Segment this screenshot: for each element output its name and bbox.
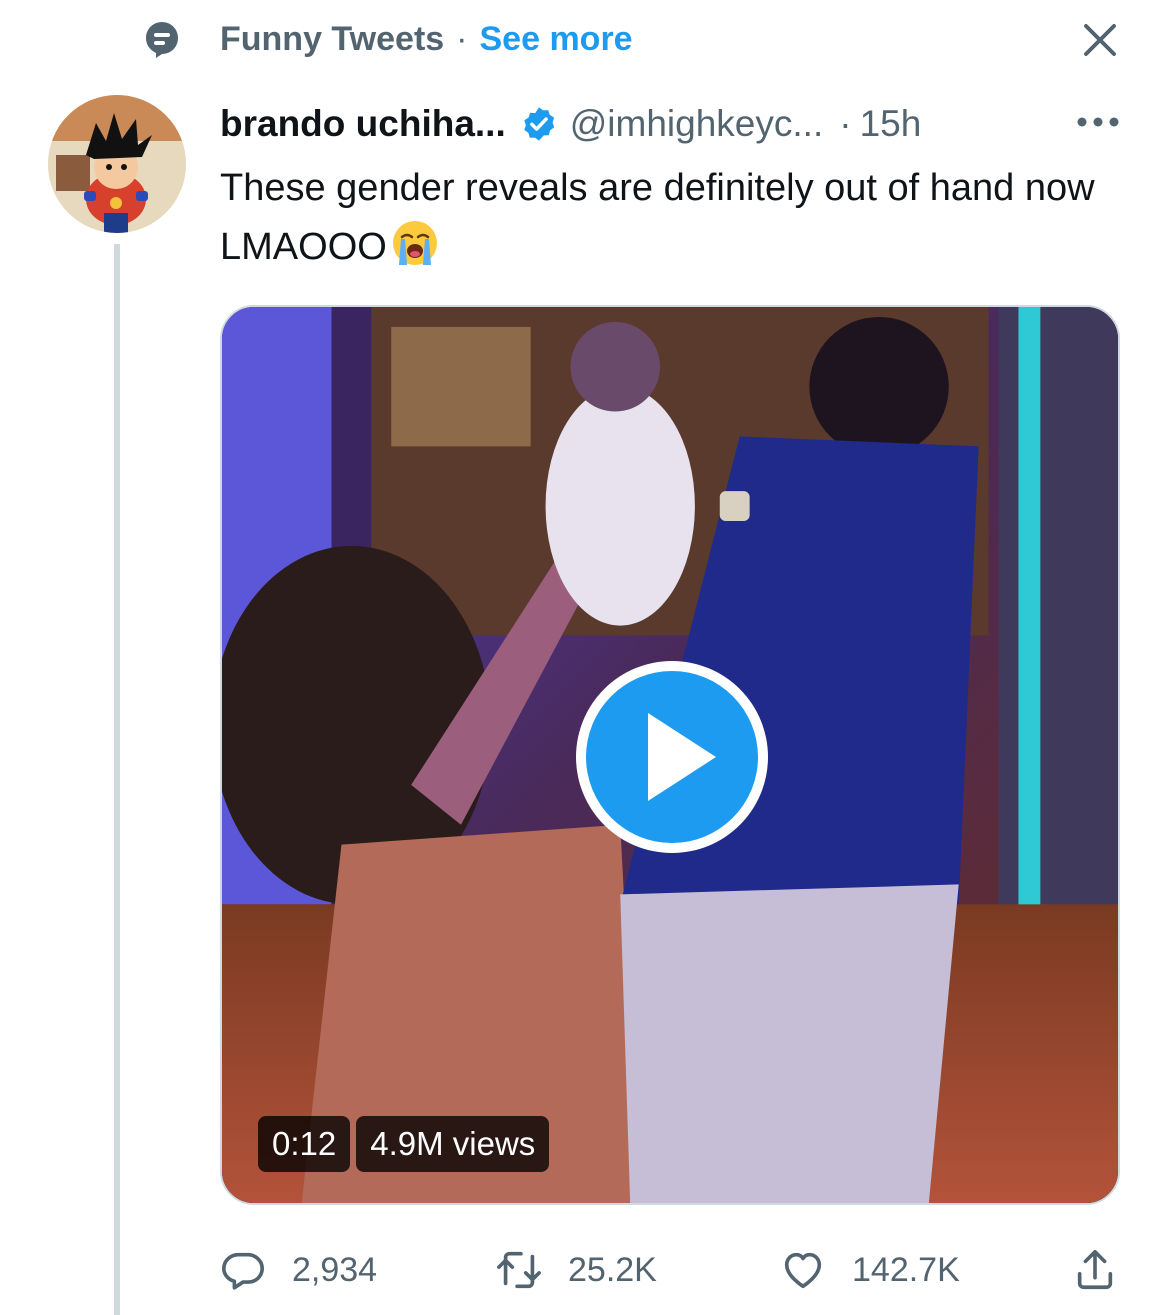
- video-badges: 0:12 4.9M views: [258, 1116, 550, 1172]
- video-player[interactable]: 0:12 4.9M views: [220, 305, 1120, 1205]
- tweet-time[interactable]: 15h: [860, 103, 922, 145]
- tweet-header: brando uchiha... @imhighkeyc... · 15h: [220, 98, 1120, 150]
- topic-label[interactable]: Funny Tweets: [220, 20, 444, 59]
- close-icon[interactable]: [1080, 20, 1120, 60]
- avatar[interactable]: [48, 95, 186, 233]
- author-handle[interactable]: @imhighkeyc...: [570, 103, 823, 145]
- see-more-link[interactable]: See more: [480, 20, 633, 59]
- author-name[interactable]: brando uchiha...: [220, 103, 506, 145]
- video-views: 4.9M views: [356, 1116, 550, 1172]
- loudly-crying-face-icon: [392, 221, 437, 265]
- tweet-text: These gender reveals are definitely out …: [220, 167, 1095, 268]
- topic-icon: [146, 22, 178, 58]
- header-separator: ·: [839, 103, 852, 144]
- heart-icon: [784, 1252, 822, 1289]
- share-icon: [1077, 1249, 1113, 1290]
- reply-count: 2,934: [292, 1250, 378, 1289]
- like-button[interactable]: 142.7K: [780, 1240, 960, 1300]
- retweet-icon: [497, 1251, 541, 1289]
- video-duration: 0:12: [258, 1116, 351, 1172]
- play-button-icon[interactable]: [572, 657, 772, 857]
- share-button[interactable]: [1072, 1240, 1118, 1300]
- tweet-body: These gender reveals are definitely out …: [220, 160, 1120, 276]
- like-count: 142.7K: [852, 1250, 960, 1289]
- retweet-count: 25.2K: [568, 1250, 657, 1289]
- retweet-button[interactable]: 25.2K: [496, 1240, 657, 1300]
- thread-line: [114, 244, 120, 1315]
- context-separator: ·: [456, 19, 468, 58]
- tweet-actions: 2,934 25.2K 142.7K: [220, 1240, 1120, 1300]
- reply-button[interactable]: 2,934: [220, 1240, 377, 1300]
- reply-icon: [222, 1252, 264, 1290]
- more-options-icon[interactable]: [1074, 106, 1122, 138]
- verified-badge-icon: [524, 107, 554, 141]
- context-bar: Funny Tweets · See more: [220, 16, 633, 62]
